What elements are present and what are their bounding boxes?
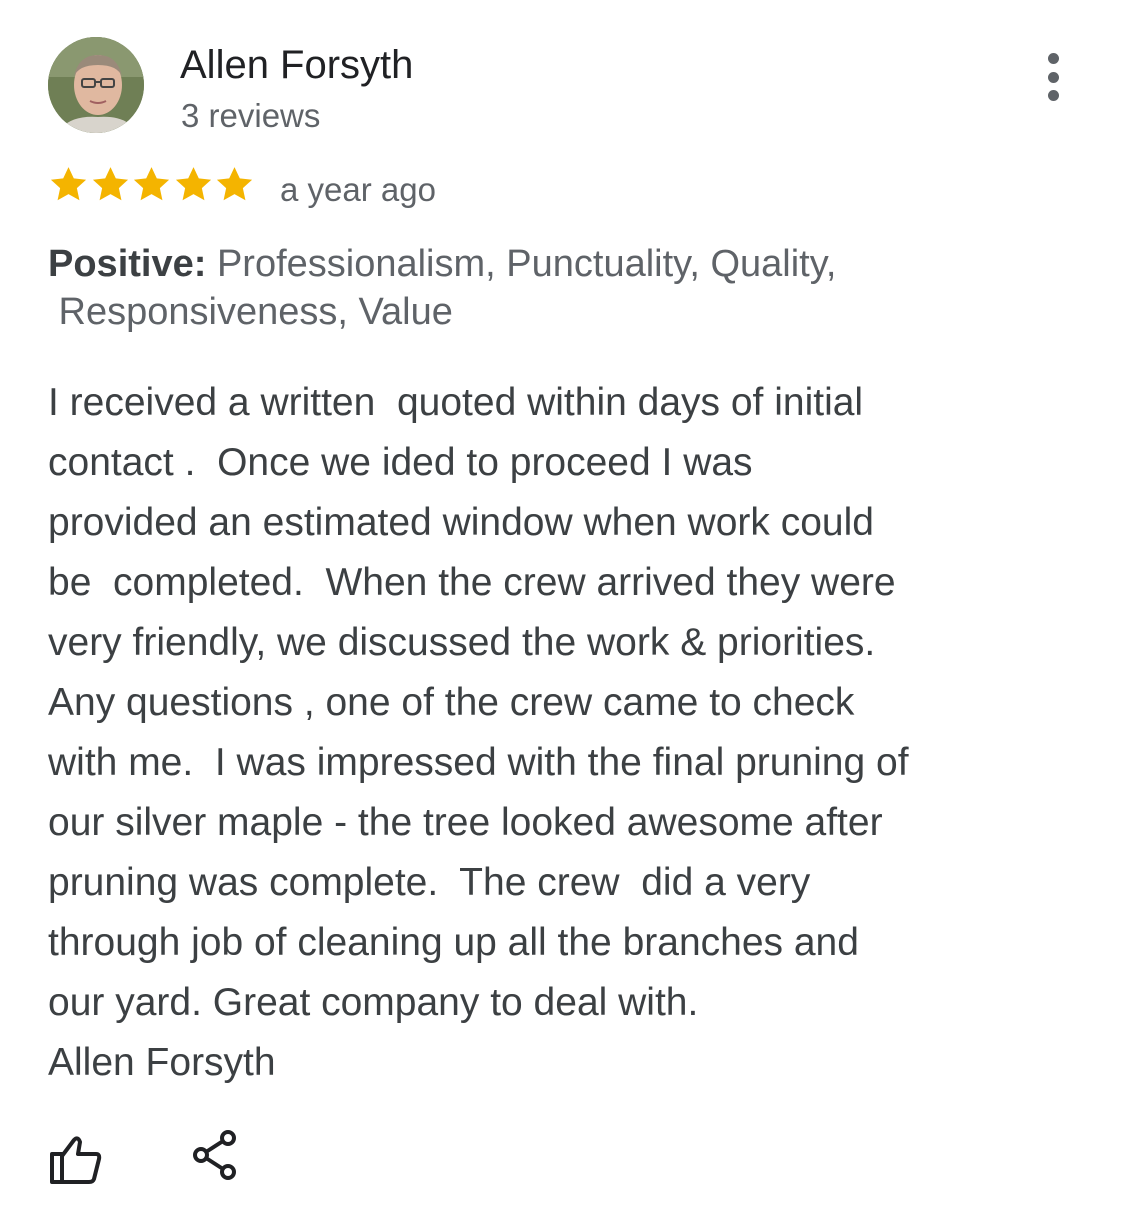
review-text-line: very friendly, we discussed the work & p… (48, 621, 876, 664)
thumb-up-icon (50, 1136, 102, 1184)
more-options-button[interactable] (1036, 53, 1070, 101)
review-text-line: through job of cleaning up all the branc… (48, 921, 859, 964)
review-count[interactable]: 3 reviews (181, 95, 320, 137)
review-text-line: pruning was complete. The crew did a ver… (48, 861, 811, 904)
star-icon (92, 167, 128, 201)
star-rating (48, 163, 256, 209)
review-text-line: be completed. When the crew arrived they… (48, 561, 896, 604)
review-actions (48, 1129, 250, 1188)
avatar[interactable] (48, 37, 144, 133)
share-button[interactable] (190, 1129, 250, 1185)
positive-line-2: Responsiveness, Value (48, 291, 453, 333)
positive-attributes: Positive: Professionalism, Punctuality, … (48, 240, 1058, 336)
star-icon (175, 167, 211, 201)
review-text-line: Any questions , one of the crew came to … (48, 681, 855, 724)
review-signature: Allen Forsyth (48, 1041, 276, 1084)
positive-line-1: Professionalism, Punctuality, Quality, (206, 243, 837, 285)
share-icon (193, 1130, 236, 1180)
review-time: a year ago (280, 171, 436, 208)
review-text-line: our silver maple - the tree looked aweso… (48, 801, 883, 844)
star-icon (216, 167, 253, 201)
review-text-line: provided an estimated window when work c… (48, 501, 874, 544)
avatar-image (48, 37, 144, 133)
more-vert-icon-dot (1047, 71, 1059, 83)
review-text-line: with me. I was impressed with the final … (48, 741, 909, 784)
more-vert-icon-dot (1047, 53, 1059, 64)
review-text: I received a written quoted within days … (48, 373, 1068, 1093)
author-name[interactable]: Allen Forsyth (180, 40, 413, 90)
star-icon (50, 167, 87, 201)
review-text-line: I received a written quoted within days … (48, 381, 864, 424)
review-text-line: our yard. Great company to deal with. (48, 981, 699, 1024)
star-icon (133, 167, 170, 201)
positive-label: Positive: (48, 243, 207, 285)
like-button[interactable] (48, 1132, 108, 1188)
review-text-line: contact . Once we ided to proceed I was (48, 441, 753, 484)
more-vert-icon-dot (1047, 90, 1059, 101)
